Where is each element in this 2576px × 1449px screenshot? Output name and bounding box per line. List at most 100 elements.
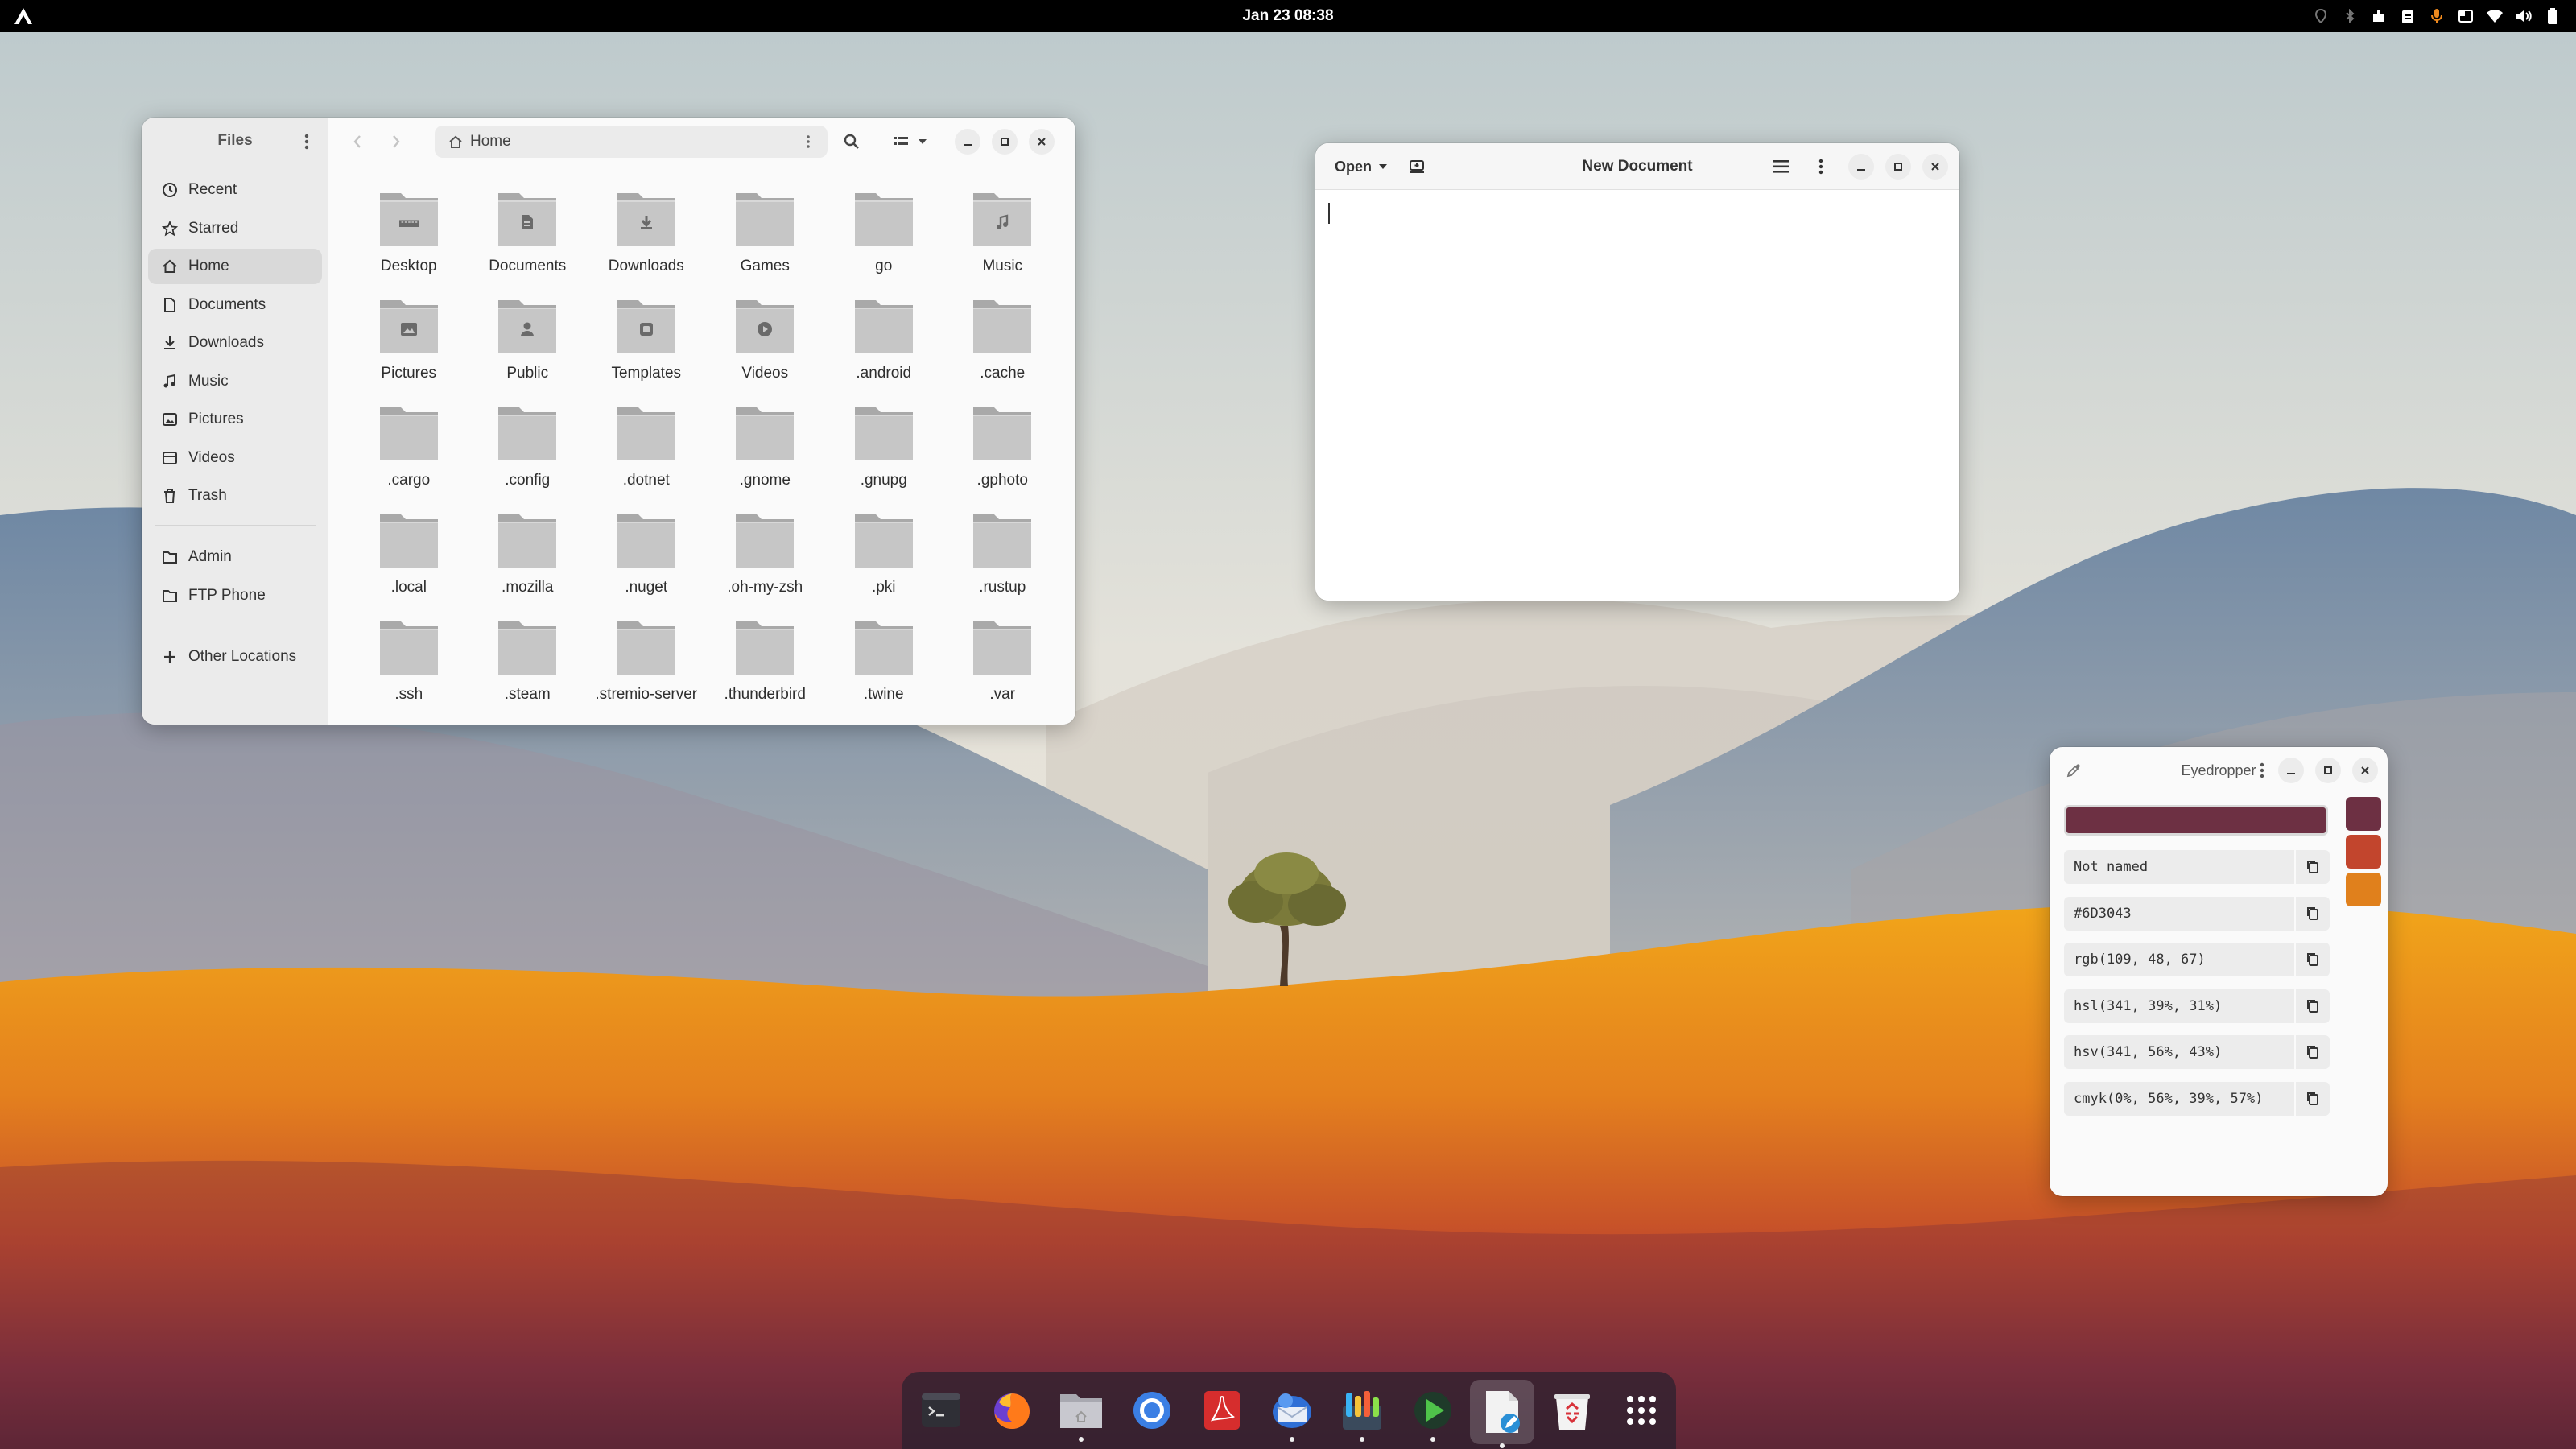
folder-item[interactable]: .gphoto — [943, 402, 1063, 510]
clipboard-icon[interactable] — [2399, 7, 2417, 25]
copy-hsl-button[interactable] — [2294, 989, 2330, 1023]
folder-item[interactable]: .android — [824, 295, 943, 402]
main-menu-button[interactable] — [1805, 151, 1837, 183]
dock-app-grid-button[interactable] — [1617, 1386, 1666, 1435]
sidebar-item-starred[interactable]: Starred — [148, 211, 322, 246]
folder-item[interactable]: .dotnet — [587, 402, 706, 510]
sidebar-item-ftp-phone[interactable]: FTP Phone — [148, 578, 322, 613]
folder-item[interactable]: .gnupg — [824, 402, 943, 510]
maximize-button[interactable] — [992, 129, 1018, 155]
search-button[interactable] — [836, 126, 868, 158]
clock-datetime[interactable]: Jan 23 08:38 — [1242, 7, 1333, 24]
battery-icon[interactable] — [2544, 7, 2562, 25]
folder-item[interactable]: .steam — [469, 617, 588, 724]
maximize-button[interactable] — [1885, 154, 1911, 180]
microphone-icon[interactable] — [2428, 7, 2446, 25]
bluetooth-icon[interactable] — [2341, 7, 2359, 25]
sidebar-item-downloads[interactable]: Downloads — [148, 325, 322, 361]
close-button[interactable] — [2352, 758, 2378, 783]
forward-button[interactable] — [380, 126, 412, 158]
sidebar-item-videos[interactable]: Videos — [148, 440, 322, 476]
hsv-value-field[interactable]: hsv(341, 56%, 43%) — [2064, 1035, 2330, 1069]
dock-media-player-button[interactable] — [1409, 1386, 1457, 1442]
folder-item[interactable]: .var — [943, 617, 1063, 724]
dock-terminal-button[interactable] — [917, 1386, 965, 1435]
sidebar-item-documents[interactable]: Documents — [148, 287, 322, 323]
folder-item[interactable]: .oh-my-zsh — [706, 510, 825, 617]
extensions-icon[interactable] — [2370, 7, 2388, 25]
minimize-button[interactable] — [1848, 154, 1874, 180]
sidebar-item-home[interactable]: Home — [148, 249, 322, 284]
path-menu-button[interactable] — [797, 130, 819, 153]
hex-value-field[interactable]: #6D3043 — [2064, 896, 2330, 931]
screen-icon[interactable] — [2457, 7, 2475, 25]
sidebar-item-other-locations[interactable]: Other Locations — [148, 639, 322, 675]
path-bar[interactable]: Home — [435, 126, 828, 158]
document-menu-button[interactable] — [1765, 151, 1797, 183]
dock-files-button[interactable] — [1057, 1386, 1105, 1442]
sidebar-menu-button[interactable] — [294, 129, 320, 155]
dock-pdf-reader-button[interactable] — [1198, 1386, 1246, 1435]
dock-mail-client-button[interactable] — [1268, 1386, 1316, 1442]
copy-hex-button[interactable] — [2294, 896, 2330, 931]
dock-color-palette-button[interactable] — [1338, 1386, 1386, 1442]
folder-item[interactable]: .thunderbird — [706, 617, 825, 724]
folder-item[interactable]: Templates — [587, 295, 706, 402]
dock-firefox-button[interactable] — [988, 1386, 1036, 1435]
close-button[interactable] — [1922, 154, 1948, 180]
sidebar-item-trash[interactable]: Trash — [148, 478, 322, 514]
sidebar-item-pictures[interactable]: Pictures — [148, 402, 322, 437]
folder-item[interactable]: .pki — [824, 510, 943, 617]
folder-item[interactable]: Games — [706, 188, 825, 295]
folder-item[interactable]: .rustup — [943, 510, 1063, 617]
history-color-swatch[interactable] — [2346, 797, 2381, 831]
minimize-button[interactable] — [955, 129, 980, 155]
sidebar-item-recent[interactable]: Recent — [148, 172, 322, 208]
copy-rgb-button[interactable] — [2294, 943, 2330, 976]
folder-item[interactable]: .nuget — [587, 510, 706, 617]
location-icon[interactable] — [2312, 7, 2330, 25]
folder-item[interactable]: .local — [349, 510, 469, 617]
folder-item[interactable]: Downloads — [587, 188, 706, 295]
folder-item[interactable]: Pictures — [349, 295, 469, 402]
activities-logo-icon[interactable] — [13, 6, 34, 26]
folder-item[interactable]: .cargo — [349, 402, 469, 510]
system-tray[interactable] — [2312, 0, 2562, 32]
hsl-value-field[interactable]: hsl(341, 39%, 31%) — [2064, 989, 2330, 1023]
folder-item[interactable]: .config — [469, 402, 588, 510]
dock-text-editor-button[interactable] — [1470, 1380, 1534, 1448]
text-editing-area[interactable] — [1315, 190, 1959, 601]
folder-item[interactable]: .gnome — [706, 402, 825, 510]
folder-item[interactable]: .cache — [943, 295, 1063, 402]
back-button[interactable] — [341, 126, 374, 158]
color-name-field[interactable]: Not named — [2064, 850, 2330, 884]
folder-item[interactable]: Documents — [469, 188, 588, 295]
copy-hsv-button[interactable] — [2294, 1035, 2330, 1069]
rgb-value-field[interactable]: rgb(109, 48, 67) — [2064, 943, 2330, 976]
folder-item[interactable]: Desktop — [349, 188, 469, 295]
sidebar-item-music[interactable]: Music — [148, 364, 322, 399]
open-button[interactable]: Open — [1325, 151, 1397, 182]
new-tab-button[interactable] — [1401, 151, 1433, 183]
folder-item[interactable]: .twine — [824, 617, 943, 724]
volume-icon[interactable] — [2515, 7, 2533, 25]
copy-name-button[interactable] — [2294, 850, 2330, 884]
sidebar-item-admin[interactable]: Admin — [148, 539, 322, 575]
cmyk-value-field[interactable]: cmyk(0%, 56%, 39%, 57%) — [2064, 1081, 2330, 1116]
history-color-swatch[interactable] — [2346, 835, 2381, 869]
pick-color-button[interactable] — [2058, 754, 2090, 786]
maximize-button[interactable] — [2315, 758, 2341, 783]
copy-cmyk-button[interactable] — [2294, 1081, 2330, 1116]
minimize-button[interactable] — [2278, 758, 2304, 783]
dock-chromium-button[interactable] — [1128, 1386, 1176, 1435]
wifi-icon[interactable] — [2486, 7, 2504, 25]
view-options-button[interactable] — [884, 126, 937, 158]
folder-item[interactable]: .mozilla — [469, 510, 588, 617]
folder-item[interactable]: Music — [943, 188, 1063, 295]
folder-item[interactable]: .ssh — [349, 617, 469, 724]
folder-item[interactable]: go — [824, 188, 943, 295]
folder-item[interactable]: Public — [469, 295, 588, 402]
folder-item[interactable]: .stremio-server — [587, 617, 706, 724]
dock-trash-button[interactable] — [1548, 1386, 1596, 1435]
folder-item[interactable]: Videos — [706, 295, 825, 402]
